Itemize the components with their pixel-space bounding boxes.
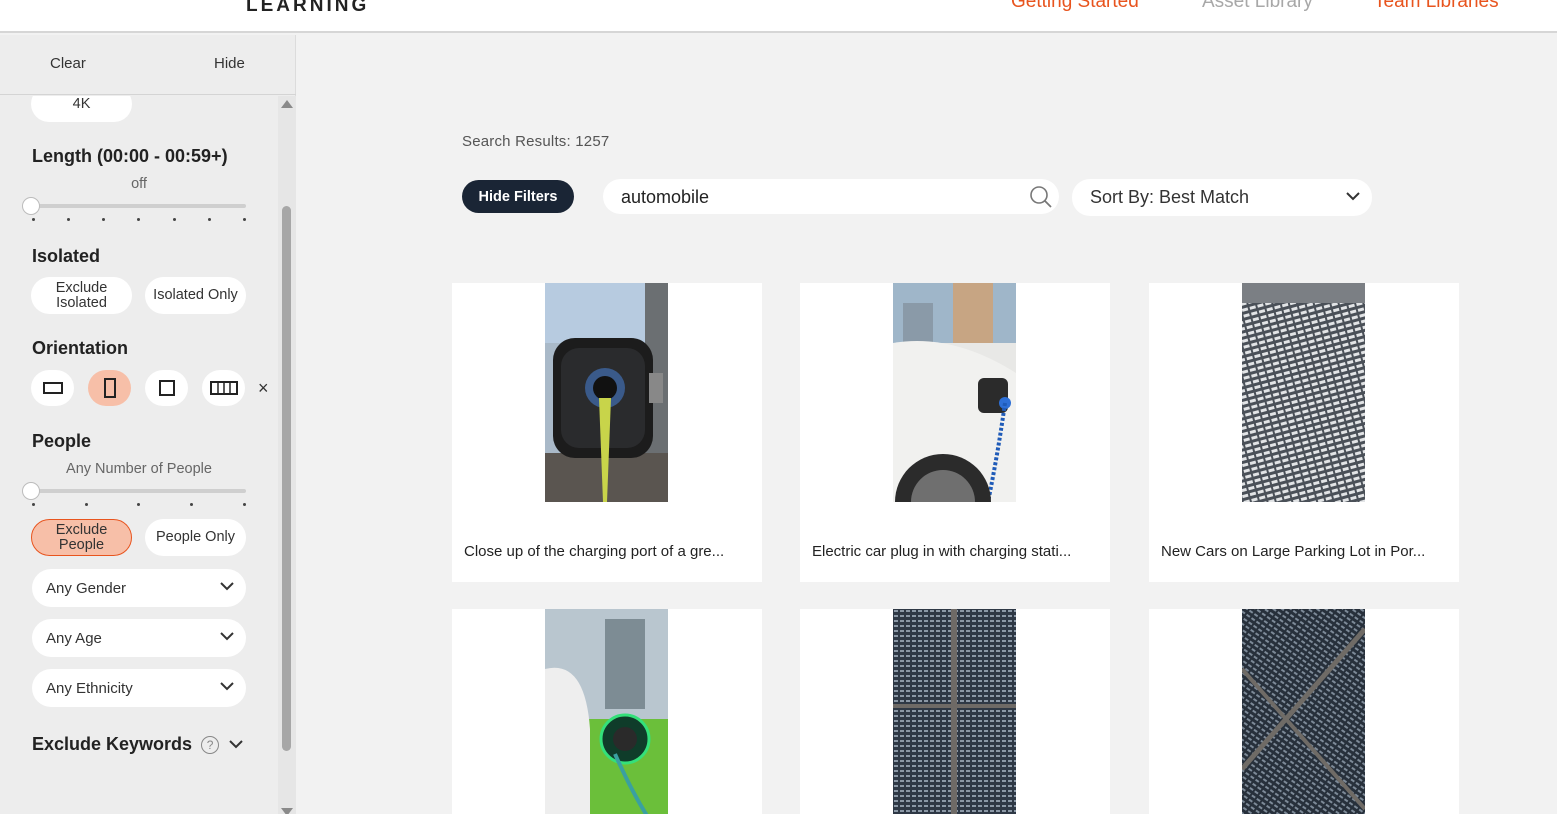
chevron-down-icon [220,582,234,591]
age-select[interactable]: Any Age [32,619,246,657]
slider-tick [102,218,105,221]
result-caption[interactable]: Electric car plug in with charging stati… [812,543,1102,560]
slider-tick [137,503,140,506]
slider-tick [32,503,35,506]
result-thumbnail[interactable] [545,283,668,502]
chevron-down-icon [1346,192,1360,201]
hide-filters-button[interactable]: Hide Filters [462,180,574,213]
slider-tick [173,218,176,221]
sidebar-scrollbar[interactable] [278,96,296,814]
top-bar: LEARNING Getting Started Asset Library T… [0,0,1557,33]
length-section-title: Length (00:00 - 00:59+) [32,146,228,166]
slider-tick [243,218,246,221]
isolated-only-pill[interactable]: Isolated Only [145,277,246,314]
nav-getting-started[interactable]: Getting Started [1011,0,1139,13]
gender-select-value: Any Gender [46,579,127,597]
result-card[interactable] [800,609,1110,814]
result-card[interactable] [1149,609,1459,814]
square-icon [158,380,175,396]
sort-select[interactable]: Sort By: Best Match [1072,179,1372,216]
result-thumbnail[interactable] [1242,283,1365,502]
chevron-down-icon [220,632,234,641]
clear-orientation-icon[interactable]: × [258,378,269,399]
search-input[interactable] [621,185,1001,209]
slider-tick [243,503,246,506]
slider-tick [208,218,211,221]
slider-tick [32,218,35,221]
portrait-orientation-button[interactable] [88,370,131,406]
nav-asset-library[interactable]: Asset Library [1202,0,1313,13]
search-results-count: Search Results: 1257 [462,133,610,150]
sort-select-value: Sort By: Best Match [1090,187,1250,207]
people-slider-handle[interactable] [22,482,40,500]
clear-filters-button[interactable]: Clear [50,55,86,72]
age-select-value: Any Age [46,629,102,647]
hide-sidebar-button[interactable]: Hide [214,55,245,72]
gender-select[interactable]: Any Gender [32,569,246,607]
filter-list[interactable]: 4K Length (00:00 - 00:59+) off Isolated … [0,96,296,814]
slider-tick [67,218,70,221]
slider-tick [190,503,193,506]
people-count-text: Any Number of People [66,461,212,477]
result-thumbnail[interactable] [545,609,668,814]
result-card[interactable]: Electric car plug in with charging stati… [800,283,1110,582]
orientation-section-title: Orientation [32,338,129,358]
scroll-up-arrow-icon[interactable] [281,100,293,108]
landscape-icon [42,382,63,394]
length-slider-handle[interactable] [22,197,40,215]
slider-tick [85,503,88,506]
landscape-orientation-button[interactable] [31,370,74,406]
help-icon[interactable]: ? [201,735,220,754]
portrait-icon [103,378,116,398]
ethnicity-select-value: Any Ethnicity [46,679,133,697]
result-caption[interactable]: Close up of the charging port of a gre..… [464,543,754,560]
scroll-down-arrow-icon[interactable] [281,808,293,814]
search-box[interactable] [603,179,1059,214]
search-icon[interactable] [1029,185,1053,209]
chevron-down-icon [229,740,243,749]
people-slider-track[interactable] [31,489,246,493]
nav-team-libraries[interactable]: Team Libraries [1374,0,1499,13]
result-card[interactable] [452,609,762,814]
square-orientation-button[interactable] [145,370,188,406]
result-thumbnail[interactable] [893,283,1016,502]
exclude-keywords-title: Exclude Keywords [32,734,193,754]
logo-text[interactable]: LEARNING [246,0,369,17]
length-value-text: off [131,176,147,192]
people-section-title: People [32,431,92,451]
result-thumbnail[interactable] [1242,609,1365,814]
filter-sidebar: Clear Hide 4K Length (00:00 - 00:59+) of… [0,35,296,814]
people-only-pill[interactable]: People Only [145,519,246,556]
result-thumbnail[interactable] [893,609,1016,814]
resolution-4k-pill[interactable]: 4K [31,96,132,122]
exclude-isolated-pill[interactable]: Exclude Isolated [31,277,132,314]
filter-sidebar-header: Clear Hide [0,35,296,95]
result-caption[interactable]: New Cars on Large Parking Lot in Por... [1161,543,1451,560]
scrollbar-thumb[interactable] [282,206,291,751]
isolated-section-title: Isolated [32,246,101,266]
panoramic-icon [209,381,238,395]
slider-tick [137,218,140,221]
exclude-keywords-toggle[interactable]: Exclude Keywords ? [32,734,243,755]
result-card[interactable]: Close up of the charging port of a gre..… [452,283,762,582]
result-card[interactable]: New Cars on Large Parking Lot in Por... [1149,283,1459,582]
panoramic-orientation-button[interactable] [202,370,245,406]
exclude-people-pill[interactable]: Exclude People [31,519,132,556]
ethnicity-select[interactable]: Any Ethnicity [32,669,246,707]
chevron-down-icon [220,682,234,691]
length-slider-track[interactable] [31,204,246,208]
